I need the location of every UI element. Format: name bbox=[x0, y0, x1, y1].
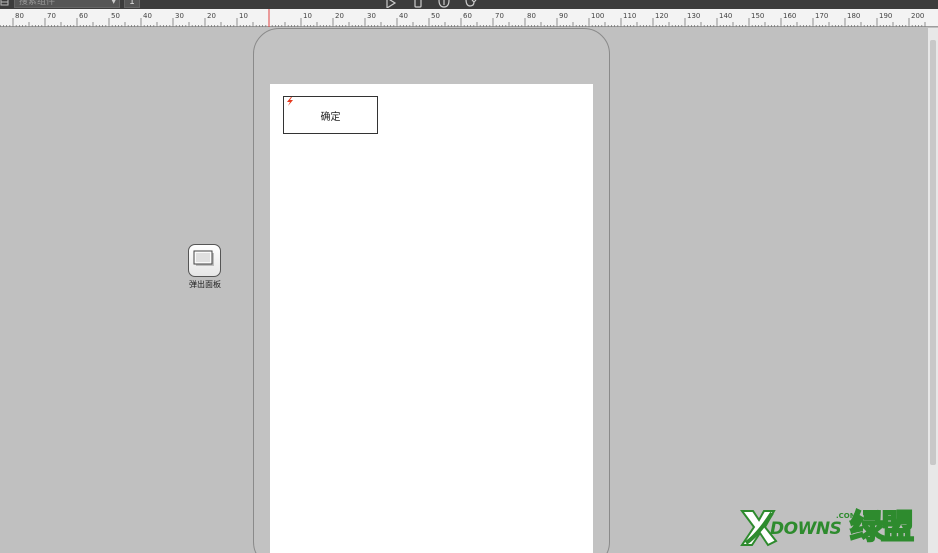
ruler-label: 20 bbox=[335, 12, 344, 20]
horizontal-ruler: 80 70 60 50 40 30 20 10 10 20 30 40 50 60 70 80 90 100 110… bbox=[0, 9, 938, 27]
popup-panel-widget[interactable] bbox=[188, 244, 221, 277]
panel-icon bbox=[193, 250, 214, 266]
watermark-chinese: 绿盟 bbox=[849, 506, 915, 547]
share-icon[interactable] bbox=[437, 0, 451, 8]
top-toolbar: 搜索组件 ▼ 1 bbox=[0, 0, 938, 9]
ruler-label: 40 bbox=[143, 12, 152, 20]
play-icon[interactable] bbox=[384, 0, 398, 8]
component-search-input[interactable]: 搜索组件 bbox=[14, 0, 120, 8]
mobile-preview-icon[interactable] bbox=[411, 0, 425, 8]
ruler-label: 90 bbox=[559, 12, 568, 20]
ruler-label: 30 bbox=[175, 12, 184, 20]
scroll-thumb[interactable] bbox=[930, 40, 936, 465]
sync-icon[interactable] bbox=[463, 0, 477, 8]
lightning-icon bbox=[287, 97, 293, 106]
ruler-label: 140 bbox=[719, 12, 732, 20]
ruler-label: 50 bbox=[431, 12, 440, 20]
ruler-label: 80 bbox=[527, 12, 536, 20]
ruler-label: 150 bbox=[751, 12, 764, 20]
ruler-ticks: 80 70 60 50 40 30 20 10 10 20 30 40 50 60 70 80 90 100 110… bbox=[0, 9, 926, 27]
ruler-label: 180 bbox=[847, 12, 860, 20]
ruler-label: 60 bbox=[463, 12, 472, 20]
ruler-label: 70 bbox=[47, 12, 56, 20]
menu-icon[interactable] bbox=[0, 0, 9, 7]
ruler-label: 70 bbox=[495, 12, 504, 20]
ruler-label: 110 bbox=[623, 12, 636, 20]
vertical-scrollbar[interactable] bbox=[928, 28, 938, 553]
ruler-label: 10 bbox=[239, 12, 248, 20]
ruler-label: 50 bbox=[111, 12, 120, 20]
ruler-label: 20 bbox=[207, 12, 216, 20]
device-screen[interactable] bbox=[270, 84, 593, 553]
ruler-label: 60 bbox=[79, 12, 88, 20]
ruler-label: 100 bbox=[591, 12, 604, 20]
watermark-logo: DOWNS .COM 绿盟 bbox=[738, 503, 933, 549]
watermark-brand: DOWNS bbox=[770, 519, 842, 539]
popup-panel-label: 弹出面板 bbox=[189, 280, 221, 289]
confirm-button-label: 确定 bbox=[320, 111, 341, 123]
ruler-label: 30 bbox=[367, 12, 376, 20]
ruler-label: 190 bbox=[879, 12, 892, 20]
ruler-label: 170 bbox=[815, 12, 828, 20]
ruler-label: 200 bbox=[911, 12, 924, 20]
ruler-label: 120 bbox=[655, 12, 668, 20]
confirm-button[interactable]: 确定 bbox=[283, 96, 378, 134]
ruler-label: 10 bbox=[303, 12, 312, 20]
ruler-label: 80 bbox=[15, 12, 24, 20]
ruler-label: 160 bbox=[783, 12, 796, 20]
ruler-label: 40 bbox=[399, 12, 408, 20]
page-number-field[interactable]: 1 bbox=[124, 0, 140, 8]
chevron-down-icon[interactable]: ▼ bbox=[111, 0, 116, 5]
ruler-label: 130 bbox=[687, 12, 700, 20]
